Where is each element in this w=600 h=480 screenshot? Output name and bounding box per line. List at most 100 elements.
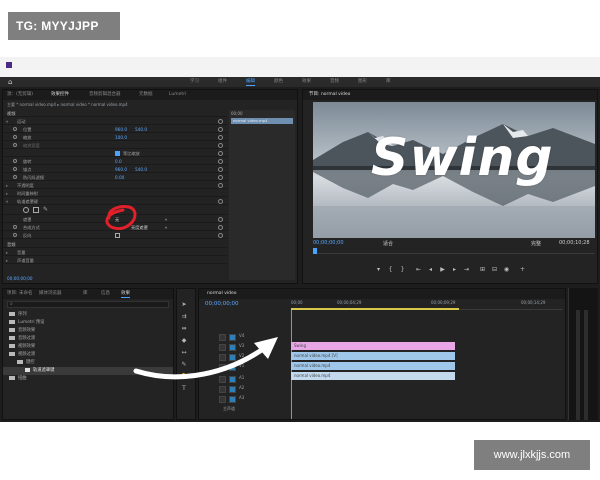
- workspace-tab-assembly[interactable]: 组件: [218, 78, 227, 86]
- clip-audio-a1[interactable]: normal video.mp4: [291, 372, 455, 380]
- stopwatch-icon[interactable]: [13, 143, 17, 147]
- track-select-icon[interactable]: ⇉: [180, 313, 188, 321]
- tab-metadata[interactable]: 元数据: [139, 91, 153, 99]
- mini-clip[interactable]: normal video.mp4: [231, 118, 293, 124]
- home-icon[interactable]: ⌂: [8, 78, 16, 86]
- workspace-tab-graphics[interactable]: 图形: [358, 78, 367, 86]
- tab-source[interactable]: 源：(无剪辑): [7, 91, 33, 99]
- prop-reverse[interactable]: 反向: [3, 232, 227, 239]
- clip-title-swing[interactable]: Swing: [291, 342, 455, 350]
- overwrite-icon[interactable]: ⊟: [491, 266, 498, 273]
- work-area-bar[interactable]: [291, 308, 459, 310]
- uniform-scale-checkbox[interactable]: [115, 151, 120, 156]
- timeline-timecode[interactable]: 00;00;00;00: [205, 301, 239, 307]
- tab-project[interactable]: 项目: 未命名: [7, 290, 32, 298]
- stopwatch-icon[interactable]: [13, 167, 17, 171]
- tab-media-browser[interactable]: 媒体浏览器: [39, 290, 62, 298]
- reset-icon[interactable]: [218, 159, 223, 164]
- program-scrubber[interactable]: [313, 248, 595, 254]
- reset-icon[interactable]: [218, 175, 223, 180]
- list-item[interactable]: 扭曲: [9, 375, 27, 383]
- stopwatch-icon[interactable]: [13, 159, 17, 163]
- playhead[interactable]: [313, 248, 317, 254]
- go-to-in-icon[interactable]: ⇤: [415, 266, 422, 273]
- tab-program[interactable]: 节目: normal video: [309, 91, 350, 99]
- list-item[interactable]: Lumetri 预设: [9, 319, 44, 327]
- rectangle-mask-icon[interactable]: [33, 207, 39, 213]
- ellipse-mask-icon[interactable]: [23, 207, 29, 213]
- reset-icon[interactable]: [218, 143, 223, 148]
- list-item[interactable]: 键控: [17, 359, 35, 367]
- selection-tool-icon[interactable]: ➤: [180, 301, 188, 309]
- prop-rotation[interactable]: 旋转 0.0: [3, 158, 227, 165]
- list-item[interactable]: 视频效果: [9, 343, 35, 351]
- reset-icon[interactable]: [218, 217, 223, 222]
- prop-scale-width[interactable]: 缩放宽度: [3, 142, 227, 149]
- effect-time-remap[interactable]: ▸ 时间重映射: [3, 190, 227, 197]
- go-to-out-icon[interactable]: ⇥: [463, 266, 470, 273]
- list-item[interactable]: 视频过渡: [9, 351, 35, 359]
- tab-audio-mixer[interactable]: 音频剪辑混合器: [89, 91, 121, 99]
- pen-mask-icon[interactable]: ✎: [43, 206, 48, 213]
- workspace-tab-audio[interactable]: 音频: [330, 78, 339, 86]
- clip-video-v2[interactable]: normal video.mp4 [V]: [291, 352, 455, 360]
- workspace-tab-effects[interactable]: 效果: [302, 78, 311, 86]
- reset-icon[interactable]: [218, 183, 223, 188]
- stopwatch-icon[interactable]: [13, 175, 17, 179]
- effect-motion[interactable]: ▾ 运动: [3, 118, 227, 125]
- reset-icon[interactable]: [218, 127, 223, 132]
- prop-anti-flicker[interactable]: 防闪烁滤镜 0.00: [3, 174, 227, 181]
- tab-libraries[interactable]: 库: [83, 290, 88, 298]
- reset-icon[interactable]: [218, 199, 223, 204]
- workspace-tab-editing[interactable]: 编辑: [246, 78, 255, 86]
- reset-icon[interactable]: [218, 135, 223, 140]
- stopwatch-icon[interactable]: [13, 225, 17, 229]
- reset-icon[interactable]: [218, 119, 223, 124]
- chevron-down-icon[interactable]: ▾: [165, 216, 167, 223]
- mark-in-bracket-icon[interactable]: {: [387, 266, 394, 273]
- effect-channel-volume[interactable]: ▸ 声道音量: [3, 257, 227, 264]
- list-item[interactable]: 序列: [9, 311, 27, 319]
- list-item[interactable]: 音频过渡: [9, 335, 35, 343]
- mark-out-bracket-icon[interactable]: }: [399, 266, 406, 273]
- prop-scale[interactable]: 缩放 100.0: [3, 134, 227, 141]
- mark-in-icon[interactable]: ▾: [375, 266, 382, 273]
- play-icon[interactable]: ▶: [439, 266, 446, 273]
- reset-icon[interactable]: [218, 151, 223, 156]
- export-frame-icon[interactable]: ◉: [503, 266, 510, 273]
- program-current-timecode[interactable]: 00;00;00;00: [313, 240, 344, 246]
- effect-volume[interactable]: ▸ 音量: [3, 249, 227, 256]
- time-ruler[interactable]: 00;00 00;00;04;29 00;00;09;29 00;00;14;2…: [291, 300, 563, 310]
- tab-effects[interactable]: 效果: [121, 290, 130, 298]
- tab-lumetri[interactable]: Lumetri: [169, 91, 186, 99]
- stopwatch-icon[interactable]: [13, 233, 17, 237]
- reset-icon[interactable]: [218, 233, 223, 238]
- prop-anchor[interactable]: 锚点 960.0 540.0: [3, 166, 227, 173]
- tab-effect-controls[interactable]: 效果控件: [51, 91, 69, 99]
- prop-uniform-scale[interactable]: 等比缩放: [3, 150, 227, 157]
- clip-video-v1[interactable]: normal video.mp4: [291, 362, 455, 370]
- program-video-frame[interactable]: Swing: [313, 102, 595, 238]
- reverse-checkbox[interactable]: [115, 233, 120, 238]
- stopwatch-icon[interactable]: [13, 135, 17, 139]
- step-forward-icon[interactable]: ▸: [451, 266, 458, 273]
- zoom-fit-select[interactable]: 适合: [383, 240, 393, 247]
- tab-sequence[interactable]: normal video: [207, 290, 237, 298]
- stopwatch-icon[interactable]: [13, 127, 17, 131]
- workspace-tab-color[interactable]: 颜色: [274, 78, 283, 86]
- step-back-icon[interactable]: ◂: [427, 266, 434, 273]
- quality-select[interactable]: 完整: [531, 240, 541, 247]
- workspace-tab-libraries[interactable]: 库: [386, 78, 391, 86]
- effect-timecode[interactable]: 00;00;00;00: [7, 276, 33, 281]
- prop-position[interactable]: 位置 960.0 540.0: [3, 126, 227, 133]
- effect-opacity[interactable]: ▸ 不透明度: [3, 182, 227, 189]
- effects-search-input[interactable]: ⌕: [7, 301, 169, 308]
- insert-icon[interactable]: ⊞: [479, 266, 486, 273]
- list-item[interactable]: 音频效果: [9, 327, 35, 335]
- reset-icon[interactable]: [218, 225, 223, 230]
- effect-mini-timeline[interactable]: 00;00 normal video.mp4: [229, 110, 295, 280]
- tab-info[interactable]: 信息: [101, 290, 110, 298]
- chevron-down-icon[interactable]: ▾: [165, 224, 167, 231]
- workspace-tab-learn[interactable]: 学习: [190, 78, 199, 86]
- reset-icon[interactable]: [218, 167, 223, 172]
